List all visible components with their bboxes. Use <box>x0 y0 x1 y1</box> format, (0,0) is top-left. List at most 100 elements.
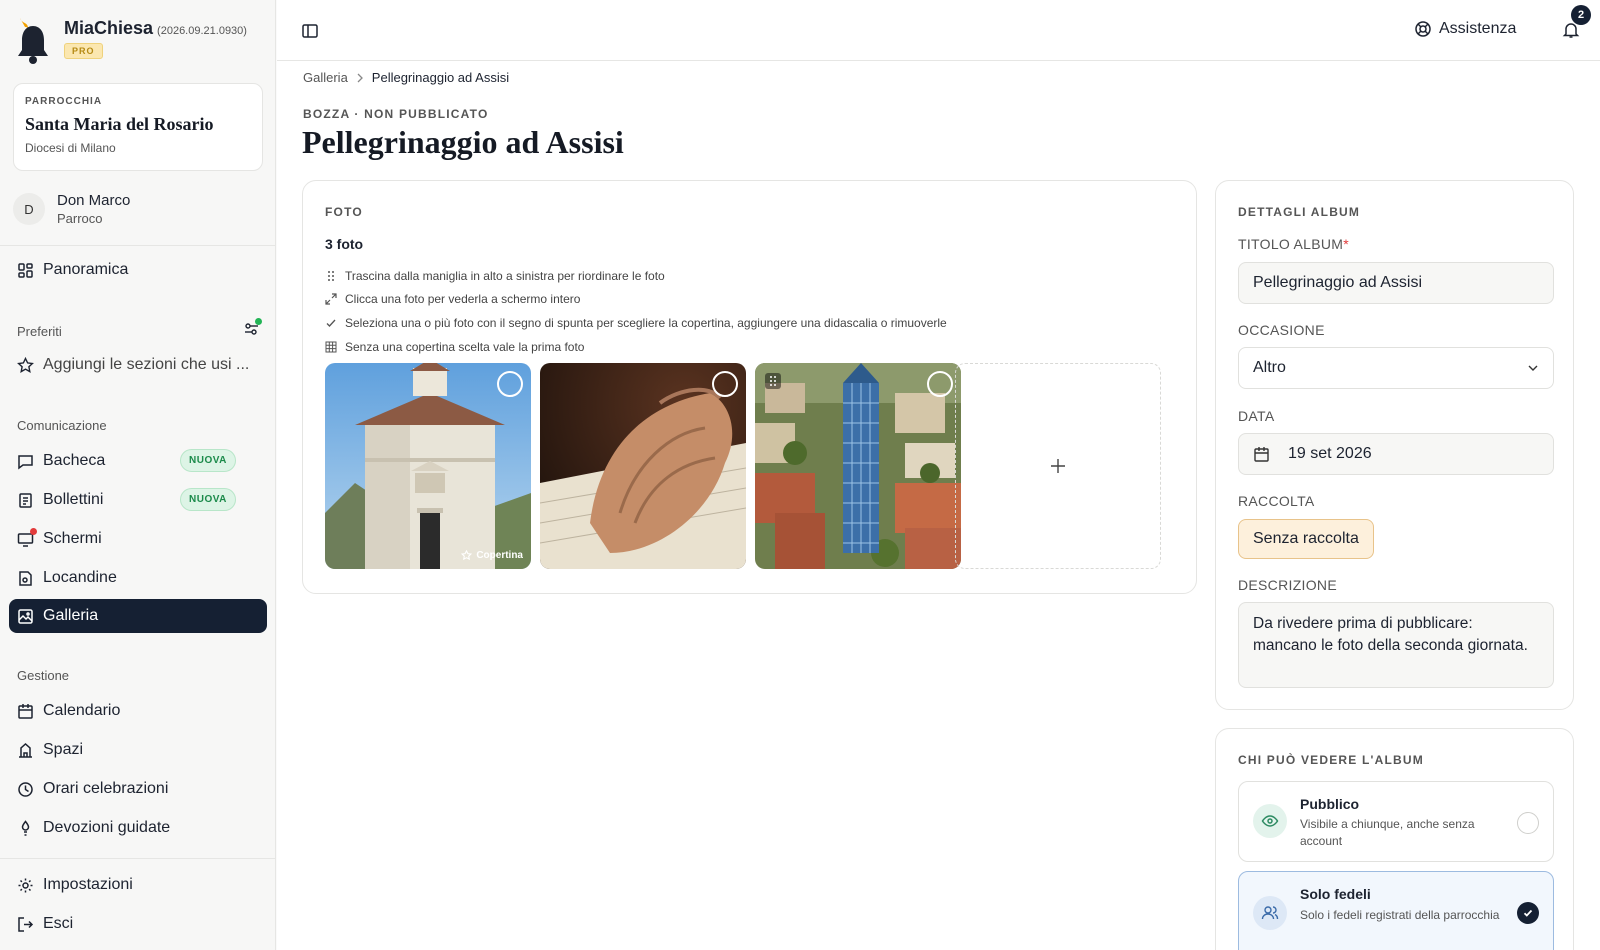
parish-name: Santa Maria del Rosario <box>25 114 214 134</box>
title-label: TITOLO ALBUM* <box>1238 236 1349 252</box>
select-checkbox[interactable] <box>497 371 523 397</box>
users-icon <box>1253 896 1287 930</box>
chevron-right-icon <box>356 73 364 83</box>
radio-button-checked[interactable] <box>1517 902 1539 924</box>
photo-tile[interactable] <box>755 363 961 569</box>
sidebar-item-label: Schermi <box>43 530 102 547</box>
user-profile[interactable]: D Don Marco Parroco <box>13 192 130 226</box>
calendar-icon <box>1253 446 1270 463</box>
sidebar-item-orari[interactable]: Orari celebrazioni <box>9 772 267 806</box>
logout-icon <box>17 916 34 933</box>
building-icon <box>17 742 34 759</box>
hint-text: Senza una copertina scelta vale la prima… <box>345 340 585 354</box>
app-version: (2026.09.21.0930) <box>157 25 247 37</box>
sidebar-item-label: Panoramica <box>43 261 129 278</box>
check-icon <box>325 317 337 329</box>
visibility-heading: CHI PUÒ VEDERE L'ALBUM <box>1238 753 1424 767</box>
photo-count: 3 foto <box>325 236 364 252</box>
add-favorites-item[interactable]: Aggiungi le sezioni che usi ... <box>9 348 267 382</box>
sidebar-item-label: Spazi <box>43 741 84 758</box>
sidebar-item-panoramica[interactable]: Panoramica <box>9 253 267 287</box>
cover-label: Copertina <box>461 550 523 561</box>
hint-text: Trascina dalla maniglia in alto a sinist… <box>345 269 665 283</box>
album-title-input[interactable]: Pellegrinaggio ad Assisi <box>1238 262 1554 304</box>
lifebuoy-icon <box>1414 20 1432 38</box>
sidebar-item-calendario[interactable]: Calendario <box>9 694 267 728</box>
topbar: Assistenza 2 <box>277 0 1600 61</box>
drag-handle-icon <box>325 270 337 282</box>
photo-tile[interactable]: Copertina <box>325 363 531 569</box>
date-label: DATA <box>1238 408 1275 424</box>
option-title: Solo fedeli <box>1300 886 1371 902</box>
photo-tile[interactable] <box>540 363 746 569</box>
gear-icon <box>17 877 34 894</box>
sidebar-item-devozioni[interactable]: Devozioni guidate <box>9 811 267 845</box>
drag-handle-icon[interactable] <box>765 373 781 389</box>
sidebar-item-bacheca[interactable]: Bacheca NUOVA <box>9 444 267 478</box>
details-heading: DETTAGLI ALBUM <box>1238 205 1361 219</box>
poster-icon <box>17 570 34 587</box>
sidebar-item-spazi[interactable]: Spazi <box>9 733 267 767</box>
breadcrumb-current: Pellegrinaggio ad Assisi <box>371 70 510 85</box>
occasion-select[interactable]: Altro <box>1238 347 1554 389</box>
date-picker[interactable]: 19 set 2026 <box>1238 433 1554 475</box>
sidebar-item-label: Aggiungi le sezioni che usi ... <box>43 356 250 373</box>
online-dot <box>255 318 262 325</box>
candle-icon <box>17 819 34 837</box>
album-details-card: DETTAGLI ALBUM TITOLO ALBUM* Pellegrinag… <box>1215 180 1574 710</box>
description-label: DESCRIZIONE <box>1238 577 1337 593</box>
sidebar-item-label: Orari celebrazioni <box>43 780 169 797</box>
chevron-down-icon <box>1527 363 1539 373</box>
chapel-photo <box>325 363 531 569</box>
help-button[interactable]: Assistenza <box>1414 20 1516 38</box>
hint-item: Senza una copertina scelta vale la prima… <box>325 340 584 354</box>
sidebar-item-locandine[interactable]: Locandine <box>9 561 267 595</box>
newspaper-icon <box>17 492 34 509</box>
sidebar-item-label: Bacheca <box>43 452 106 469</box>
option-subtitle: Solo i fedeli registrati della parrocchi… <box>1300 908 1500 922</box>
sidebar-item-label: Calendario <box>43 702 121 719</box>
album-title-value: Pellegrinaggio ad Assisi <box>1253 274 1422 291</box>
eye-icon <box>1253 804 1287 838</box>
sidebar-item-label: Bollettini <box>43 491 104 508</box>
notifications-button[interactable]: 2 <box>1562 5 1591 39</box>
page-title: Pellegrinaggio ad Assisi <box>302 124 624 160</box>
customize-favorites-icon[interactable] <box>243 318 262 338</box>
radio-button[interactable] <box>1517 812 1539 834</box>
description-textarea[interactable]: Da rivedere prima di pubblicare: mancano… <box>1238 602 1554 688</box>
expand-icon <box>325 293 337 305</box>
check-icon <box>1523 909 1533 917</box>
select-checkbox[interactable] <box>712 371 738 397</box>
add-photo-button[interactable] <box>955 363 1161 569</box>
visibility-option-members[interactable]: Solo fedeli Solo i fedeli registrati del… <box>1238 871 1554 950</box>
message-icon <box>17 453 34 470</box>
select-checkbox[interactable] <box>927 371 953 397</box>
sidebar-item-esci[interactable]: Esci <box>9 907 267 941</box>
help-label: Assistenza <box>1439 20 1517 37</box>
hint-item: Trascina dalla maniglia in alto a sinist… <box>325 269 665 283</box>
title-label-text: TITOLO ALBUM <box>1238 236 1344 252</box>
sidebar-item-impostazioni[interactable]: Impostazioni <box>9 868 267 902</box>
option-subtitle: Visibile a chiunque, anche senza account <box>1300 817 1475 848</box>
sidebar-item-bollettini[interactable]: Bollettini NUOVA <box>9 483 267 517</box>
date-value: 19 set 2026 <box>1288 445 1372 462</box>
option-title: Pubblico <box>1300 796 1360 812</box>
collection-chip[interactable]: Senza raccolta <box>1238 519 1374 559</box>
visibility-option-public[interactable]: Pubblico Visibile a chiunque, anche senz… <box>1238 781 1554 862</box>
new-badge: NUOVA <box>180 488 236 511</box>
brand[interactable]: MiaChiesa (2026.09.21.0930) PRO <box>16 18 247 64</box>
user-role: Parroco <box>57 211 103 226</box>
grid-icon <box>325 341 337 353</box>
description-value: Da rivedere prima di pubblicare: mancano… <box>1253 615 1528 654</box>
parish-card[interactable]: PARROCCHIA Santa Maria del Rosario Dioce… <box>13 83 263 171</box>
sidebar-item-galleria[interactable]: Galleria <box>9 599 267 633</box>
star-icon <box>17 356 34 374</box>
user-name: Don Marco <box>57 192 131 209</box>
occasion-label: OCCASIONE <box>1238 322 1325 338</box>
sidebar-item-schermi[interactable]: Schermi <box>9 522 267 556</box>
toggle-sidebar-icon[interactable] <box>301 22 319 40</box>
breadcrumb-parent[interactable]: Galleria <box>303 70 348 85</box>
hint-item: Clicca una foto per vederla a schermo in… <box>325 292 580 306</box>
gallery-icon <box>17 608 34 625</box>
collection-label: RACCOLTA <box>1238 493 1315 509</box>
